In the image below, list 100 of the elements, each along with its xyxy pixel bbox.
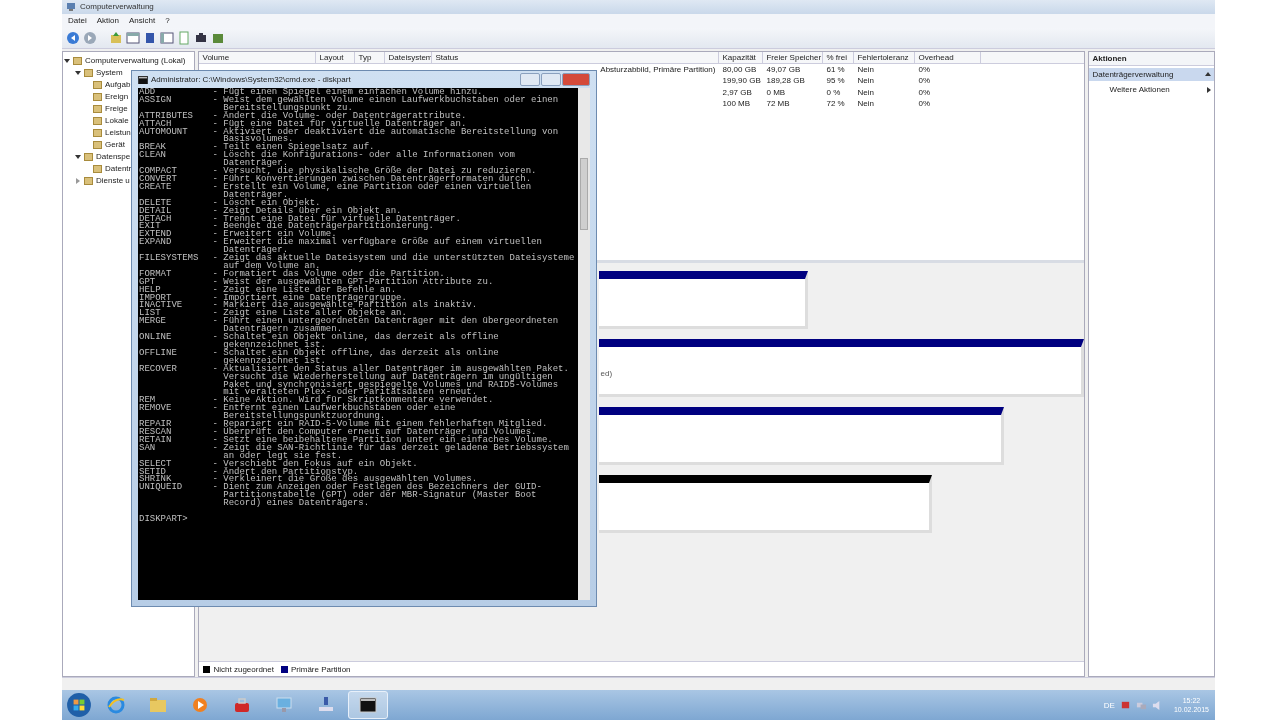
command-name: COMPACT (139, 168, 178, 176)
legend-label: Primäre Partition (290, 664, 351, 674)
submenu-arrow-icon[interactable] (1207, 86, 1211, 93)
table-cell: 0 % (826, 87, 841, 97)
scrollbar[interactable] (578, 88, 590, 600)
legend-label: Nicht zugeordnet (213, 664, 274, 674)
command-name: ADD (139, 89, 156, 97)
column-header[interactable]: Kapazität (719, 51, 764, 63)
flag-icon[interactable] (1119, 699, 1131, 711)
command-name: OFFLINE (139, 349, 178, 360)
menu-item[interactable]: Datei (68, 16, 87, 26)
partition-block[interactable] (599, 270, 809, 329)
table-cell: 49,07 GB (766, 64, 801, 74)
section-title: Datenträgerverwaltung (1092, 69, 1174, 79)
tree-item[interactable]: Datentr (104, 164, 133, 174)
expand-arrow-icon[interactable] (76, 177, 80, 184)
column-header[interactable]: Typ (355, 51, 386, 63)
tree-item[interactable]: Dienste u (95, 176, 131, 186)
action-link[interactable]: Weitere Aktionen (1109, 85, 1170, 95)
table-cell: Absturzabbild, Primäre Partition) (600, 64, 716, 74)
taskbar-button[interactable] (348, 691, 388, 719)
column-header[interactable]: Layout (316, 51, 356, 63)
command-name: UNIQUEID (139, 484, 184, 495)
folder-up-icon[interactable] (109, 30, 123, 45)
partition-block[interactable] (599, 474, 933, 533)
column-header[interactable]: % frei (823, 51, 855, 63)
partition-block[interactable]: ed) (599, 338, 1085, 397)
table-cell: 72 MB (766, 99, 790, 109)
menu-item[interactable]: Aktion (96, 16, 119, 26)
table-cell: Nein (857, 99, 874, 109)
table-cell: 0% (918, 64, 931, 74)
table-cell: 199,90 GB (722, 76, 761, 86)
table-cell: 189,28 GB (766, 76, 805, 86)
window-title: Computerverwaltung (80, 2, 154, 12)
start-button[interactable] (66, 692, 92, 718)
table-cell: 0% (918, 99, 931, 109)
table-cell: 0% (918, 87, 931, 97)
tree-item[interactable]: Computerverwaltung (Lokal) (84, 56, 187, 66)
command-name: SELECT (139, 460, 173, 469)
command-name: RECOVER (139, 365, 178, 376)
command-name: SAN (139, 444, 157, 455)
partition-block[interactable] (599, 406, 1005, 465)
tree-item[interactable]: Gerät (104, 140, 126, 150)
command-description: - Dient zum Anzeigen oder Festlegen des Bezeichners der GUID-Partitionstabelle (GPT) oder der MBR-Signatur (Master Boot Record) eines Datenträgers. (212, 484, 543, 509)
command-name: CONVERT (139, 175, 178, 184)
command-name: MERGE (139, 318, 167, 329)
column-header[interactable]: Dateisystem (385, 51, 433, 63)
command-name: DETAIL (139, 207, 173, 216)
pane-header: Aktionen (1089, 51, 1214, 66)
column-header[interactable]: Freier Speicher (763, 51, 824, 63)
collapse-arrow-icon[interactable] (1205, 72, 1211, 77)
console-icon (138, 75, 148, 84)
command-name: ONLINE (139, 334, 173, 345)
command-name: CREATE (139, 183, 173, 194)
command-name: FILESYSTEMS (139, 255, 200, 266)
command-name: RETAIN (139, 436, 173, 445)
command-name: ASSIGN (139, 96, 173, 107)
tree-item[interactable]: System (95, 68, 124, 78)
command-name: EXPAND (139, 239, 173, 250)
menu-item[interactable]: Ansicht (128, 16, 156, 26)
tree-item[interactable]: Freige (104, 104, 129, 114)
console-icon (358, 695, 378, 715)
tree-item[interactable]: Ereign (104, 92, 130, 102)
column-header[interactable]: Volume (199, 51, 317, 63)
table-cell: 0% (918, 76, 931, 86)
partition-label: ed) (600, 368, 613, 378)
menu-item[interactable]: ? (165, 16, 170, 26)
command-prompt[interactable]: DISKPART> (139, 516, 188, 524)
table-cell: 100 MB (722, 99, 751, 109)
command-name: HELP (139, 286, 161, 295)
table-cell: 2,97 GB (722, 87, 752, 97)
monitor-icon (274, 695, 294, 715)
window-title: Administrator: C:\Windows\System32\cmd.exe - diskpart (151, 75, 351, 84)
column-header[interactable]: Fehlertoleranz (854, 51, 916, 63)
section-header[interactable]: Datenträgerverwaltung (1089, 67, 1214, 81)
tree-item[interactable]: Leistun (104, 128, 132, 138)
maximize-button[interactable] (541, 73, 561, 86)
command-name: GPT (139, 278, 156, 287)
close-button[interactable] (562, 73, 590, 86)
table-cell: 80,00 GB (722, 64, 757, 74)
table-cell: 61 % (826, 64, 845, 74)
command-name: REMOVE (139, 405, 173, 416)
properties-icon[interactable] (143, 30, 157, 45)
app-icon (66, 2, 76, 12)
tree-item[interactable]: Aufgab (104, 80, 132, 90)
tree-item[interactable]: Datenspe (95, 152, 132, 162)
command-name: ATTACH (139, 120, 172, 129)
command-name: CLEAN (139, 152, 167, 163)
browser-icon (106, 695, 126, 715)
minimize-button[interactable] (520, 73, 540, 86)
command-name: AUTOMOUNT (139, 128, 189, 139)
tree-item[interactable]: Lokale (104, 116, 130, 126)
command-name: DELETE (139, 199, 173, 208)
play-icon (190, 695, 210, 715)
column-header[interactable]: Overhead (915, 51, 982, 63)
folder-icon (148, 695, 168, 715)
column-header[interactable]: Status (432, 51, 720, 63)
table-cell: 0 MB (766, 87, 786, 97)
toolbox-icon (232, 695, 252, 715)
table-cell: Nein (857, 64, 874, 74)
